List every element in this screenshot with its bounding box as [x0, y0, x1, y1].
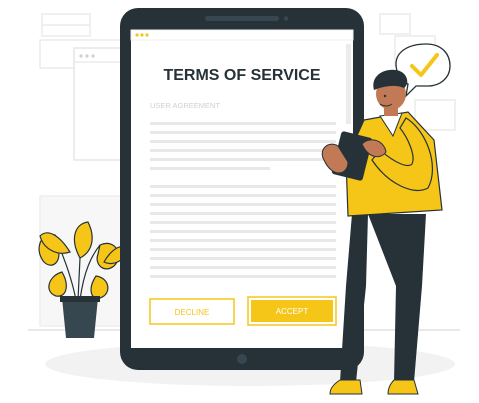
window-dots-icon: [79, 54, 95, 58]
accept-button[interactable]: ACCEPT: [247, 296, 337, 326]
accept-button-label: ACCEPT: [276, 307, 309, 316]
page-title: TERMS OF SERVICE: [163, 67, 320, 84]
decline-button[interactable]: DECLINE: [149, 298, 235, 325]
page-subtitle: USER AGREEMENT: [150, 101, 220, 110]
terms-of-service-illustration: TERMS OF SERVICE USER AGREEMENT DECLINE …: [28, 8, 460, 395]
person-head: [373, 69, 408, 110]
home-button-icon: [237, 354, 247, 364]
camera-icon: [283, 16, 289, 21]
screen-status-dots: [135, 33, 149, 37]
decline-button-label: DECLINE: [175, 308, 210, 317]
person-shoes: [329, 379, 419, 395]
